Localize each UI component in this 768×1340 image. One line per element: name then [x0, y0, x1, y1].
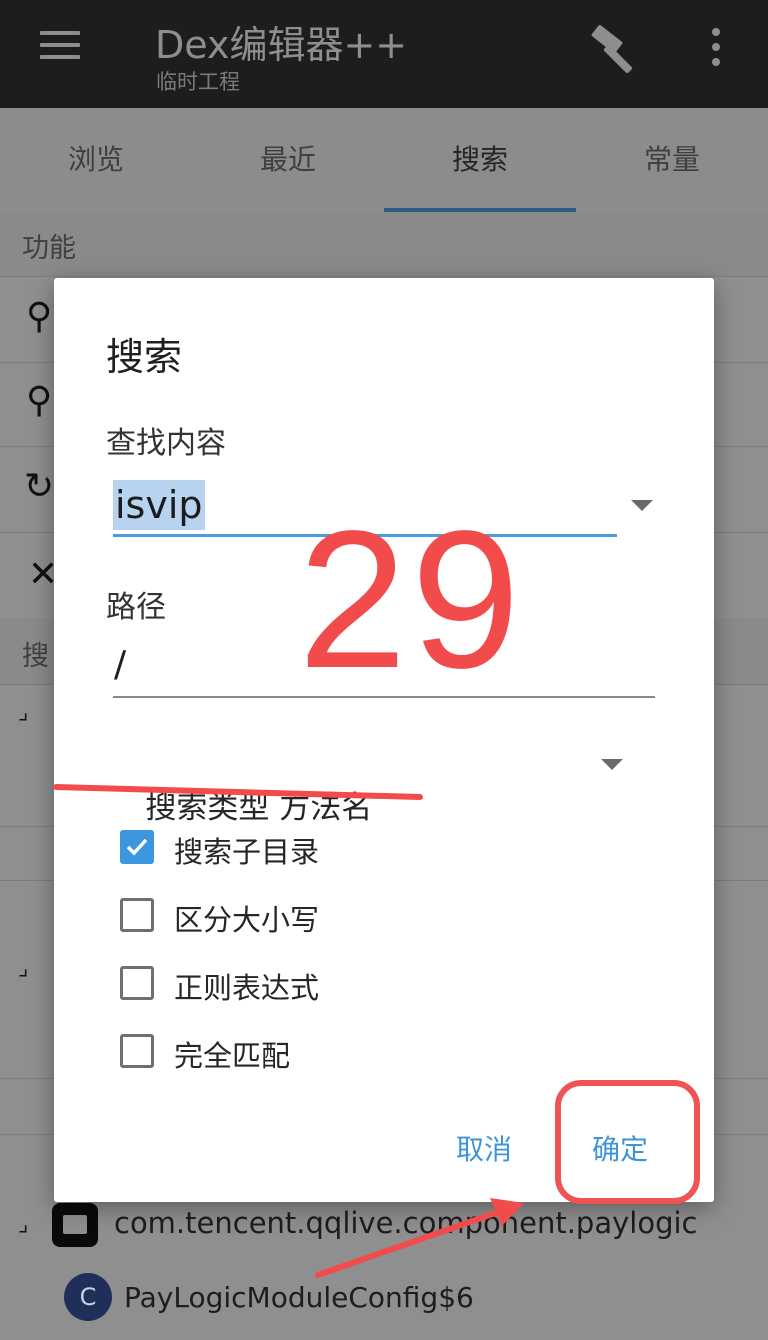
search-type-label: 搜索类型	[145, 790, 270, 826]
search-icon[interactable]: ⚲	[26, 380, 52, 421]
checkbox-regex[interactable]	[120, 966, 154, 1000]
section-label: 搜	[22, 641, 49, 672]
find-content-input[interactable]: isvip	[113, 480, 205, 530]
tree-expand-icon[interactable]: ⌟	[18, 1212, 28, 1237]
checkbox-case-sensitive[interactable]	[120, 898, 154, 932]
divider	[0, 276, 768, 277]
checkbox-subdirs[interactable]	[120, 830, 154, 864]
check-icon	[126, 838, 148, 856]
annotation-highlight-box	[555, 1080, 700, 1204]
tab-recent[interactable]: 最近	[192, 108, 384, 212]
list-item-class[interactable]: C PayLogicModuleConfig$6	[0, 1264, 768, 1334]
tab-search[interactable]: 搜索	[384, 108, 576, 212]
checkbox-label: 正则表达式	[174, 971, 320, 1005]
dialog-title: 搜索	[106, 335, 183, 379]
tab-constants[interactable]: 常量	[576, 108, 768, 212]
search-icon[interactable]: ⚲	[26, 296, 52, 337]
checkbox-label: 完全匹配	[174, 1039, 291, 1073]
app-subtitle: 临时工程	[156, 70, 240, 94]
checkbox-label: 区分大小写	[174, 903, 320, 937]
history-dropdown-icon[interactable]	[631, 500, 653, 511]
search-type-dropdown-icon[interactable]	[601, 759, 623, 770]
annotation-step-number: 29	[298, 490, 525, 709]
tab-bar: 浏览 最近 搜索 常量	[0, 108, 768, 212]
class-icon: C	[64, 1273, 112, 1321]
app-title: Dex编辑器++	[155, 23, 408, 67]
refresh-icon[interactable]: ↻	[24, 466, 54, 507]
tree-expand-icon[interactable]: ⌟	[18, 700, 28, 725]
package-name: com.tencent.qqlive.component.paylogic	[114, 1206, 698, 1240]
tree-expand-icon[interactable]: ⌟	[18, 956, 28, 981]
path-input[interactable]: /	[114, 644, 126, 685]
find-content-label: 查找内容	[106, 426, 226, 461]
class-name: PayLogicModuleConfig$6	[124, 1281, 474, 1314]
search-type-value: 方法名	[279, 790, 373, 826]
more-vert-icon[interactable]	[704, 28, 728, 72]
search-dialog: 搜索 查找内容 isvip 路径 / 搜索类型 方法名 搜索子目录 区分大小写 …	[54, 278, 714, 1202]
menu-icon[interactable]	[40, 31, 80, 61]
checkbox-label: 搜索子目录	[174, 835, 320, 869]
path-label: 路径	[106, 590, 166, 625]
folder-icon	[52, 1203, 98, 1247]
tab-browse[interactable]: 浏览	[0, 108, 192, 212]
checkbox-exact-match[interactable]	[120, 1034, 154, 1068]
section-label: 功能	[22, 233, 76, 264]
cancel-button[interactable]: 取消	[456, 1128, 512, 1168]
app-bar: Dex编辑器++ 临时工程	[0, 0, 768, 108]
section-header-function: 功能	[0, 212, 768, 276]
hammer-icon[interactable]	[588, 22, 644, 78]
